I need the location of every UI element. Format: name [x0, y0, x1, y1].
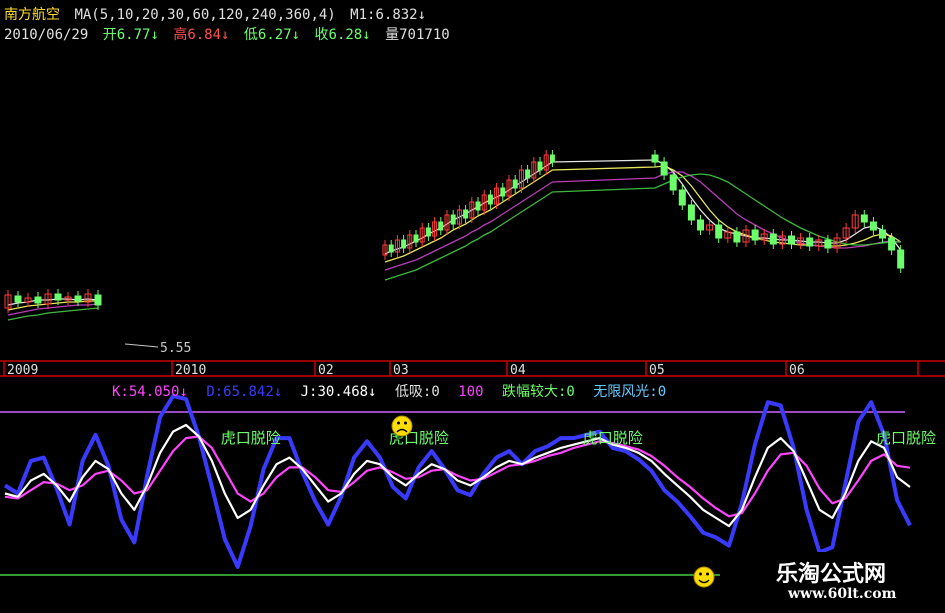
high-value: 高6.84 — [173, 27, 222, 43]
m1-value: M1:6.832 — [350, 7, 418, 23]
volume-value: 量701710 — [385, 27, 450, 43]
chart-canvas: 5.552009 2010 02 03 04 05 06虎口脱险 虎口脱险 虎口脱险 虎口脱险 — [0, 150, 945, 588]
date-tick-label: 06 — [789, 363, 805, 378]
candle-body — [806, 237, 814, 247]
candle-body — [14, 295, 22, 303]
wuxian-value: 无限风光:0 — [593, 384, 667, 400]
candle-body — [388, 244, 394, 253]
signal-label: 虎口脱险 — [221, 429, 281, 447]
date-tick-label: 2010 — [175, 363, 206, 378]
frown-smiley-icon-eye — [397, 421, 400, 425]
candle-body — [549, 154, 555, 163]
dixi-value: 低吸:0 — [394, 384, 440, 400]
candle-body — [463, 209, 469, 219]
candle-body — [769, 233, 777, 245]
smiley-icon-eye — [706, 572, 709, 576]
signal-label: 虎口脱险 — [583, 429, 643, 447]
candle-body — [537, 161, 543, 171]
ma-line-1-seg-2 — [384, 159, 902, 255]
frown-smiley-icon-eye — [404, 421, 407, 425]
candle-body — [425, 227, 431, 237]
high-arrow-icon: ↓ — [221, 27, 230, 43]
candle-body — [475, 201, 481, 211]
k-arrow-icon: ↓ — [179, 384, 188, 400]
m1-arrow-icon: ↓ — [417, 7, 427, 23]
indicator-header: K:54.050↓ D:65.842↓ J:30.468↓ 低吸:0 100 跌… — [112, 381, 676, 401]
candle-body — [413, 234, 419, 243]
candle-body — [660, 161, 668, 176]
candle-body — [687, 204, 695, 221]
price-label: 5.55 — [160, 341, 191, 356]
candle-body — [824, 239, 832, 249]
d-value: D:65.842 — [206, 384, 274, 400]
j-value: J:30.468 — [300, 384, 369, 400]
candle-body — [500, 187, 506, 197]
candle-body — [860, 214, 868, 223]
date-tick-label: 05 — [649, 363, 665, 378]
k-value: K:54.050 — [112, 384, 180, 400]
candle-body — [879, 229, 886, 239]
price-label-leader — [124, 343, 159, 348]
low-arrow-icon: ↓ — [291, 27, 301, 43]
candle-body — [401, 239, 407, 249]
candle-body — [751, 229, 759, 241]
date-tick-label: 02 — [318, 363, 334, 378]
date-label: 2010/06/29 — [4, 27, 89, 43]
candle-body — [651, 154, 659, 163]
ohlc-header: 2010/06/29 开6.77↓ 高6.84↓ 低6.27↓ 收6.28↓ 量… — [4, 24, 456, 44]
candle-body — [715, 224, 723, 239]
candle-body — [450, 214, 456, 225]
candle-body — [869, 221, 877, 231]
chart-stage: 5.55 2009 2010 02 03 04 05 06 虎口脱险 虎口脱险 虎口脱险 虎口脱险 南… — [0, 0, 945, 609]
candle-body — [438, 221, 444, 231]
frown-smiley-icon — [391, 415, 413, 437]
ma-line-4-seg-2 — [384, 173, 901, 281]
date-tick-label: 03 — [393, 363, 409, 378]
candle-body — [733, 231, 741, 243]
candle-body — [888, 237, 896, 251]
ma-line-4-seg-1 — [7, 307, 99, 321]
candle-body — [512, 179, 518, 189]
smiley-icon — [693, 566, 715, 588]
open-value: 开6.77 — [102, 27, 151, 43]
ma-line-3-seg-2 — [384, 171, 901, 271]
ma-params: MA(5,10,20,30,60,120,240,360,4) — [74, 7, 336, 23]
candle-body — [54, 293, 62, 301]
close-value: 收6.28 — [314, 27, 363, 43]
j-arrow-icon: ↓ — [368, 384, 377, 400]
watermark-title: 乐淘公式网 — [776, 562, 887, 587]
watermark-url: www.60lt.com — [788, 586, 897, 602]
candle-body — [487, 194, 493, 205]
watermark-box: 乐淘公式网 www.60lt.com — [762, 552, 945, 609]
stock-name: 南方航空 — [4, 7, 60, 23]
candle-body — [94, 294, 102, 306]
smiley-icon-eye — [699, 572, 702, 576]
candle-body — [74, 295, 82, 302]
date-tick-label: 2009 — [7, 363, 38, 378]
signal-label: 虎口脱险 — [876, 429, 936, 447]
candle-body — [788, 235, 795, 245]
close-arrow-icon: ↓ — [362, 27, 371, 43]
candle-body — [525, 169, 531, 179]
candle-body — [678, 189, 686, 206]
d-arrow-icon: ↓ — [273, 384, 283, 400]
candle-body — [897, 249, 905, 269]
date-tick-label: 04 — [510, 363, 526, 378]
low-value: 低6.27 — [243, 27, 292, 43]
price-header: 南方航空 MA(5,10,20,30,60,120,240,360,4) M1:… — [4, 4, 432, 24]
candle-body — [34, 296, 42, 304]
diefu-value: 跌幅较大:0 — [501, 384, 575, 400]
candle-body — [669, 174, 677, 191]
open-arrow-icon: ↓ — [150, 27, 159, 43]
candle-body — [697, 219, 704, 231]
hundred-value: 100 — [458, 384, 484, 400]
